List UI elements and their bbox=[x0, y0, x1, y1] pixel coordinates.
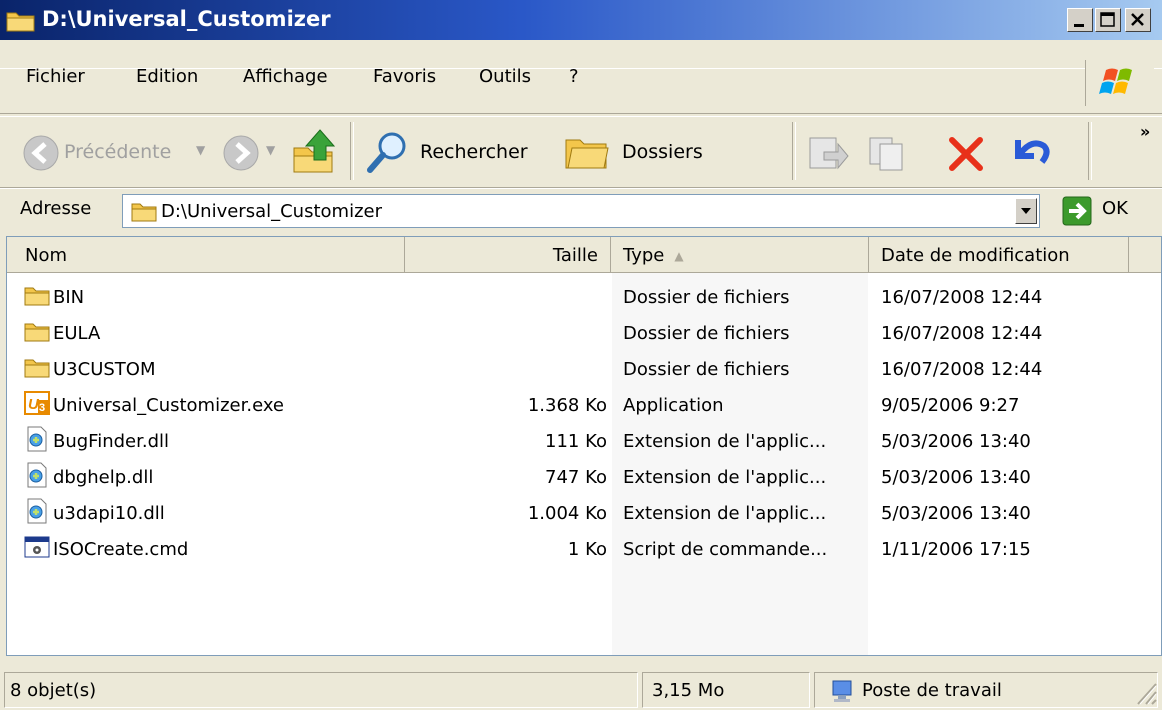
file-list: Nom Taille Type ▲ Date de modification BI… bbox=[6, 236, 1162, 656]
folders-button-label[interactable]: Dossiers bbox=[622, 141, 703, 163]
file-row[interactable]: U 3 Universal_Customizer.exe 1.368 Ko Applic… bbox=[7, 386, 1161, 422]
forward-dropdown-chevron-icon[interactable]: ▼ bbox=[266, 143, 275, 157]
file-date: 16/07/2008 12:44 bbox=[881, 323, 1043, 344]
back-button-label[interactable]: Précédente bbox=[64, 141, 171, 163]
title-bar[interactable]: D:\Universal_Customizer bbox=[0, 0, 1162, 40]
back-dropdown-chevron-icon[interactable]: ▼ bbox=[196, 143, 205, 157]
file-size: 747 Ko bbox=[545, 467, 607, 488]
up-folder-icon[interactable] bbox=[290, 128, 338, 176]
back-arrow-icon[interactable] bbox=[22, 134, 60, 172]
file-type: Extension de l'applic... bbox=[623, 431, 827, 452]
close-button[interactable] bbox=[1125, 8, 1151, 32]
folder-icon bbox=[24, 318, 50, 344]
menu-favoris[interactable]: Favoris bbox=[373, 66, 436, 87]
dll-icon bbox=[24, 426, 50, 452]
menu-help[interactable]: ? bbox=[569, 66, 579, 87]
menu-affichage[interactable]: Affichage bbox=[243, 66, 328, 87]
column-header-date[interactable]: Date de modification bbox=[869, 237, 1129, 273]
dll-icon bbox=[24, 462, 50, 488]
file-name[interactable]: EULA bbox=[53, 323, 100, 344]
window-title: D:\Universal_Customizer bbox=[42, 7, 331, 31]
column-header-size[interactable]: Taille bbox=[405, 237, 611, 273]
forward-arrow-icon[interactable] bbox=[222, 134, 260, 172]
file-type: Dossier de fichiers bbox=[623, 323, 790, 344]
file-date: 16/07/2008 12:44 bbox=[881, 359, 1043, 380]
file-type: Extension de l'applic... bbox=[623, 467, 827, 488]
column-header-name[interactable]: Nom bbox=[7, 237, 405, 273]
status-zone: Poste de travail bbox=[862, 680, 1002, 701]
resize-grip-icon[interactable] bbox=[1130, 676, 1158, 706]
file-name[interactable]: ISOCreate.cmd bbox=[53, 539, 188, 560]
file-row[interactable]: BIN Dossier de fichiers 16/07/2008 12:44 bbox=[7, 278, 1161, 314]
dll-icon bbox=[24, 498, 50, 524]
file-size: 1 Ko bbox=[567, 539, 607, 560]
computer-icon bbox=[832, 680, 852, 702]
search-button-label[interactable]: Rechercher bbox=[420, 141, 528, 163]
file-type: Dossier de fichiers bbox=[623, 287, 790, 308]
windows-logo bbox=[1085, 60, 1154, 106]
file-type: Dossier de fichiers bbox=[623, 359, 790, 380]
file-name[interactable]: BIN bbox=[53, 287, 84, 308]
file-type: Extension de l'applic... bbox=[623, 503, 827, 524]
file-date: 5/03/2006 13:40 bbox=[881, 431, 1031, 452]
file-name[interactable]: dbghelp.dll bbox=[53, 467, 153, 488]
file-date: 5/03/2006 13:40 bbox=[881, 503, 1031, 524]
u3-app-icon: U3 bbox=[24, 390, 50, 416]
delete-icon[interactable] bbox=[946, 134, 986, 174]
cmd-script-icon bbox=[24, 534, 50, 560]
file-date: 5/03/2006 13:40 bbox=[881, 467, 1031, 488]
file-size: 111 Ko bbox=[545, 431, 607, 452]
address-dropdown-button[interactable] bbox=[1015, 198, 1037, 224]
toolbar-overflow-chevron-icon[interactable]: » bbox=[1140, 122, 1150, 141]
file-row[interactable]: dbghelp.dll 747 Ko Extension de l'applic..… bbox=[7, 458, 1161, 494]
folder-icon bbox=[6, 12, 35, 32]
go-button-label[interactable]: OK bbox=[1102, 198, 1128, 219]
file-row[interactable]: ISOCreate.cmd 1 Ko Script de commande... 1/… bbox=[7, 530, 1161, 566]
menu-edition[interactable]: Edition bbox=[136, 66, 198, 87]
minimize-icon bbox=[1074, 24, 1084, 27]
file-date: 9/05/2006 9:27 bbox=[881, 395, 1020, 416]
status-item-count: 8 objet(s) bbox=[10, 680, 97, 701]
explorer-window: D:\Universal_Customizer Fichier Edition … bbox=[0, 0, 1162, 710]
address-input[interactable]: D:\Universal_Customizer bbox=[122, 194, 1040, 228]
address-value[interactable]: D:\Universal_Customizer bbox=[161, 201, 382, 222]
move-to-icon[interactable] bbox=[806, 130, 850, 174]
file-name[interactable]: BugFinder.dll bbox=[53, 431, 169, 452]
maximize-button[interactable] bbox=[1095, 8, 1121, 32]
file-name[interactable]: u3dapi10.dll bbox=[53, 503, 165, 524]
file-row[interactable]: BugFinder.dll 111 Ko Extension de l'applic… bbox=[7, 422, 1161, 458]
file-row[interactable]: U3CUSTOM Dossier de fichiers 16/07/2008 12… bbox=[7, 350, 1161, 386]
file-type: Application bbox=[623, 395, 724, 416]
column-header-type[interactable]: Type ▲ bbox=[611, 237, 869, 273]
file-date: 1/11/2006 17:15 bbox=[881, 539, 1031, 560]
file-name[interactable]: Universal_Customizer.exe bbox=[53, 395, 284, 416]
folder-icon bbox=[24, 354, 50, 380]
sort-ascending-icon: ▲ bbox=[674, 249, 684, 263]
menu-fichier[interactable]: Fichier bbox=[26, 66, 85, 87]
menu-outils[interactable]: Outils bbox=[479, 66, 531, 87]
file-type: Script de commande... bbox=[623, 539, 828, 560]
windows-flag-icon bbox=[1099, 68, 1132, 94]
folders-icon[interactable] bbox=[564, 130, 612, 174]
go-arrow-icon[interactable] bbox=[1062, 196, 1092, 226]
undo-icon[interactable] bbox=[1006, 132, 1054, 172]
file-name[interactable]: U3CUSTOM bbox=[53, 359, 156, 380]
folder-icon bbox=[24, 282, 50, 308]
file-size: 1.004 Ko bbox=[527, 503, 607, 524]
copy-to-icon[interactable] bbox=[866, 130, 910, 174]
svg-text:3: 3 bbox=[39, 402, 45, 414]
minimize-button[interactable] bbox=[1067, 8, 1093, 32]
chevron-down-icon bbox=[1021, 208, 1031, 214]
status-total-size: 3,15 Mo bbox=[652, 680, 725, 701]
file-row[interactable]: EULA Dossier de fichiers 16/07/2008 12:44 bbox=[7, 314, 1161, 350]
file-size: 1.368 Ko bbox=[527, 395, 607, 416]
folder-icon bbox=[131, 203, 157, 222]
maximize-icon bbox=[1100, 12, 1115, 27]
search-icon[interactable] bbox=[362, 128, 410, 178]
close-icon bbox=[1131, 13, 1144, 26]
address-label: Adresse bbox=[20, 198, 92, 219]
file-row[interactable]: u3dapi10.dll 1.004 Ko Extension de l'appli… bbox=[7, 494, 1161, 530]
file-date: 16/07/2008 12:44 bbox=[881, 287, 1043, 308]
